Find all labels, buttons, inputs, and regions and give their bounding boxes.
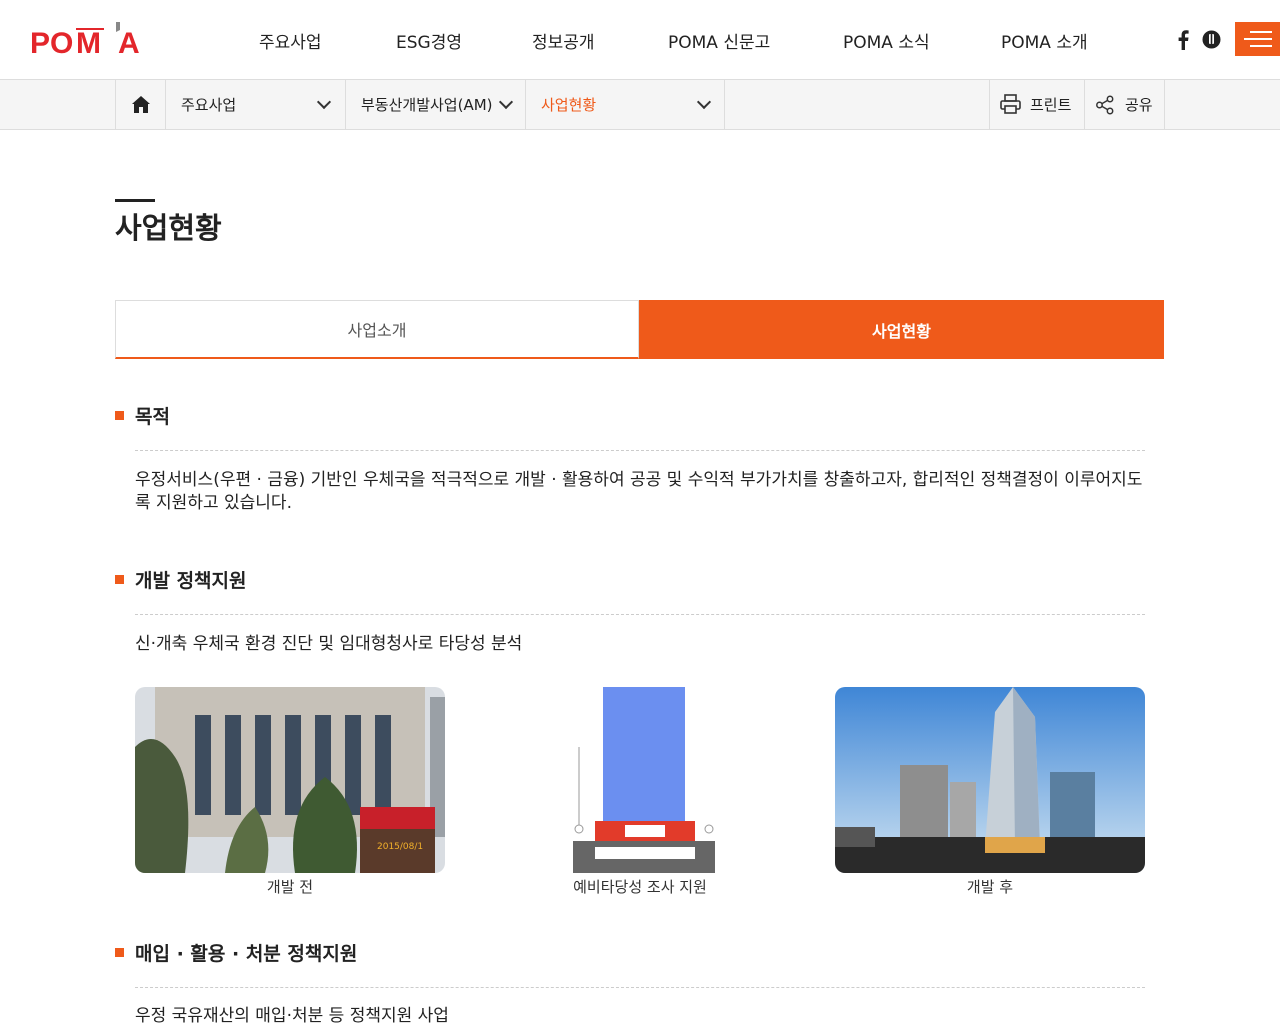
menu-business[interactable]: 주요사업	[259, 28, 322, 53]
section-heading: 목적	[115, 402, 170, 429]
divider	[135, 987, 1145, 988]
global-header: PO M A 주요사업 ESG경영 정보공개 POMA 신문고 POMA 소식 …	[0, 0, 1280, 80]
nav-level1-dropdown[interactable]: 주요사업	[165, 80, 345, 129]
share-icon	[1096, 95, 1114, 115]
divider	[135, 614, 1145, 615]
print-label: 프린트	[1030, 96, 1072, 114]
section-body: 우정서비스(우편 · 금융) 기반인 우체국을 적극적으로 개발 · 활용하여 …	[135, 470, 1143, 513]
nav-level1-label: 주요사업	[181, 96, 237, 114]
feasibility-section-diagram	[573, 687, 715, 873]
share-label: 공유	[1125, 96, 1153, 114]
facebook-icon[interactable]	[1177, 30, 1189, 50]
share-button[interactable]: 공유	[1084, 80, 1165, 129]
hamburger-menu-icon[interactable]	[1235, 22, 1280, 56]
poma-logo[interactable]: PO M A	[30, 22, 152, 56]
tab-business-intro[interactable]: 사업소개	[115, 300, 639, 359]
blog-icon[interactable]	[1202, 30, 1221, 49]
nav-level2-dropdown[interactable]: 부동산개발사업(AM)	[345, 80, 525, 129]
divider	[135, 450, 1145, 451]
print-button[interactable]: 프린트	[989, 80, 1084, 129]
figure-caption: 개발 후	[966, 878, 1014, 896]
menu-about[interactable]: POMA 소개	[1001, 28, 1088, 53]
rendering-after-development	[835, 687, 1145, 873]
nav-level2-label: 부동산개발사업(AM)	[361, 96, 493, 114]
section-heading: 매입 · 활용 · 처분 정책지원	[115, 939, 357, 966]
photo-date-stamp: 2015/08/1	[377, 842, 423, 852]
menu-disclosure[interactable]: 정보공개	[532, 28, 595, 53]
home-icon	[132, 96, 150, 113]
nav-level3-dropdown[interactable]: 사업현황	[525, 80, 725, 129]
tab-business-status[interactable]: 사업현황	[639, 300, 1164, 359]
svg-text:PO: PO	[30, 27, 73, 56]
figure-caption: 예비타당성 조사 지원	[573, 878, 707, 896]
chevron-down-icon	[498, 94, 514, 110]
location-nav: 주요사업 부동산개발사업(AM) 사업현황 프린트 공유	[0, 80, 1280, 130]
menu-esg[interactable]: ESG경영	[396, 28, 462, 53]
home-button[interactable]	[115, 80, 165, 129]
section-body: 신·개축 우체국 환경 진단 및 임대형청사로 타당성 분석	[135, 634, 523, 654]
svg-text:A: A	[118, 27, 140, 56]
bullet-square	[115, 948, 124, 957]
page-title: 사업현황	[115, 211, 222, 245]
section-heading: 개발 정책지원	[115, 566, 247, 593]
title-accent-bar	[115, 199, 155, 202]
chevron-down-icon	[316, 94, 332, 110]
bullet-square	[115, 411, 124, 420]
print-icon	[1000, 94, 1021, 114]
nav-level3-label: 사업현황	[541, 96, 597, 114]
chevron-down-icon	[696, 94, 712, 110]
svg-text:M: M	[76, 27, 101, 56]
figure-caption: 개발 전	[266, 878, 314, 896]
menu-news[interactable]: POMA 소식	[843, 28, 930, 53]
photo-before-development: 2015/08/1	[135, 687, 445, 873]
section-body: 우정 국유재산의 매입·처분 등 정책지원 사업	[135, 1006, 449, 1026]
bullet-square	[115, 575, 124, 584]
menu-petition[interactable]: POMA 신문고	[668, 28, 770, 53]
